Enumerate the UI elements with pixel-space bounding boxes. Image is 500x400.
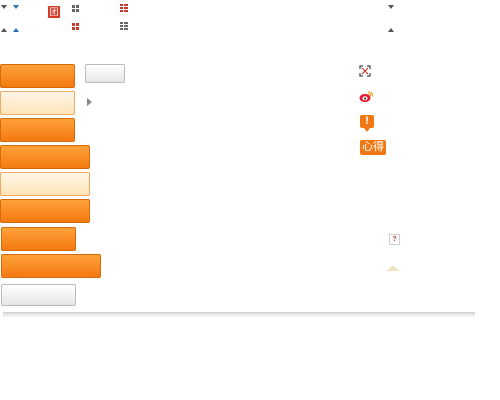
primary-button-hover[interactable] — [0, 91, 75, 115]
wide-primary-button-pressed[interactable] — [0, 199, 90, 223]
alert-icon-pointer — [364, 128, 370, 132]
dropdown-arrow-icon[interactable] — [1, 5, 7, 9]
weibo-icon[interactable] — [359, 90, 374, 103]
xinde-badge[interactable]: 心得 — [360, 140, 386, 155]
large-orange-button[interactable] — [1, 254, 101, 278]
list-view-icon[interactable] — [120, 22, 128, 30]
right-collapse-arrow-icon[interactable] — [388, 28, 394, 32]
grid-view-icon[interactable] — [72, 5, 79, 12]
medium-orange-button[interactable] — [1, 227, 76, 251]
wide-primary-button[interactable] — [0, 145, 90, 169]
wide-primary-button-hover[interactable] — [0, 172, 90, 196]
back-to-top-caret-icon[interactable] — [386, 265, 400, 271]
right-dropdown-arrow-icon[interactable] — [388, 5, 394, 9]
disabled-button[interactable] — [1, 284, 76, 306]
secondary-button[interactable] — [85, 64, 125, 83]
panel-bottom-shadow — [3, 312, 475, 317]
grid-view-red-icon[interactable] — [72, 23, 79, 30]
help-icon[interactable]: ? — [389, 234, 400, 245]
collapse-arrow-icon[interactable] — [1, 28, 7, 32]
calendar-icon[interactable]: 团 — [47, 5, 61, 19]
expand-arrow-icon[interactable] — [87, 98, 92, 106]
dropdown-arrow-blue-icon[interactable] — [13, 5, 19, 9]
list-view-red-icon[interactable] — [120, 4, 128, 12]
fullscreen-icon[interactable] — [359, 65, 371, 77]
primary-button-pressed[interactable] — [0, 118, 75, 142]
collapse-arrow-blue-icon[interactable] — [13, 28, 19, 32]
alert-icon[interactable]: ! — [360, 115, 374, 128]
primary-button[interactable] — [0, 64, 75, 88]
